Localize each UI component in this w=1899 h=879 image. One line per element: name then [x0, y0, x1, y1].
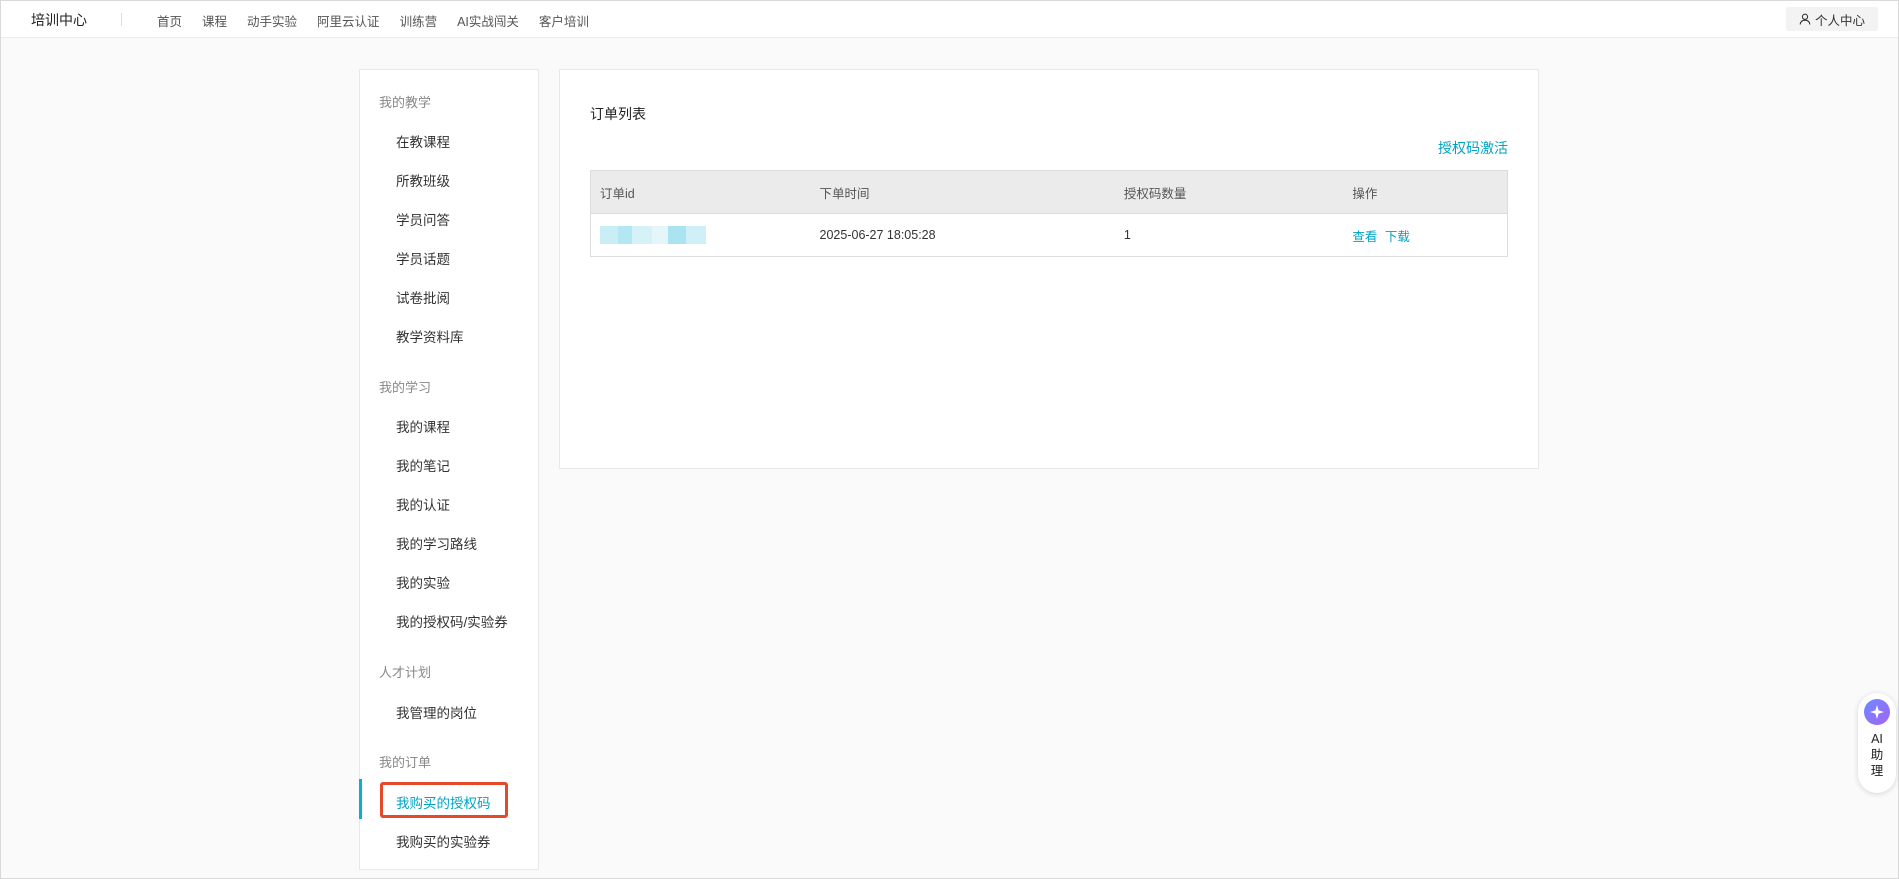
ai-assistant-button[interactable]: AI助理 [1858, 693, 1896, 793]
header-code-count: 授权码数量 [1123, 186, 1187, 201]
sidebar-item-student-qa[interactable]: 学员问答 [396, 209, 450, 229]
header-actions: 操作 [1352, 186, 1378, 201]
sidebar: 我的教学 在教课程 所教班级 学员问答 学员话题 试卷批阅 教学资料库 我的学习… [359, 69, 539, 870]
sidebar-item-managed-positions[interactable]: 我管理的岗位 [396, 702, 477, 722]
order-id-redacted [600, 226, 820, 244]
order-id-cell [591, 226, 820, 244]
order-time-cell: 2025-06-27 18:05:28 [819, 228, 936, 242]
sidebar-group-teaching: 我的教学 [379, 95, 432, 110]
sidebar-item-my-courses[interactable]: 我的课程 [396, 416, 450, 436]
actions-cell: 查看 下载 [1352, 226, 1507, 245]
sidebar-group-orders: 我的订单 [379, 755, 432, 770]
sidebar-item-purchased-vouchers[interactable]: 我购买的实验券 [396, 831, 491, 851]
order-list-panel: 订单列表 授权码激活 订单id 下单时间 授权码数量 操作 2025-06-27… [559, 69, 1539, 469]
sidebar-item-purchased-auth-codes[interactable]: 我购买的授权码 [396, 792, 491, 812]
nav-item-customer-training[interactable]: 客户培训 [539, 11, 589, 30]
sidebar-item-classes[interactable]: 所教班级 [396, 170, 450, 190]
orders-table: 订单id 下单时间 授权码数量 操作 2025-06-27 18:05:28 1… [590, 170, 1508, 257]
view-order-link[interactable]: 查看 [1352, 230, 1377, 244]
page-title: 订单列表 [590, 106, 646, 122]
user-center-label: 个人中心 [1814, 13, 1865, 28]
nav-item-labs[interactable]: 动手实验 [247, 11, 297, 30]
download-order-link[interactable]: 下载 [1385, 230, 1410, 244]
ai-sparkle-icon [1864, 699, 1890, 725]
sidebar-item-my-notes[interactable]: 我的笔记 [396, 455, 450, 475]
nav-item-home[interactable]: 首页 [157, 11, 182, 30]
header-order-id: 订单id [600, 186, 635, 201]
header-order-time: 下单时间 [819, 186, 870, 201]
user-icon [1799, 13, 1811, 25]
sidebar-item-student-topics[interactable]: 学员话题 [396, 248, 450, 268]
brand-divider [121, 13, 122, 26]
sidebar-item-my-certifications[interactable]: 我的认证 [396, 494, 450, 514]
sidebar-group-talent: 人才计划 [379, 665, 432, 680]
sidebar-item-my-labs[interactable]: 我的实验 [396, 572, 450, 592]
active-indicator [359, 779, 362, 819]
code-count-cell: 1 [1123, 228, 1131, 242]
sidebar-item-auth-codes-vouchers[interactable]: 我的授权码/实验券 [396, 611, 508, 631]
sidebar-item-exam-review[interactable]: 试卷批阅 [396, 287, 450, 307]
nav-items: 首页 课程 动手实验 阿里云认证 训练营 AI实战闯关 客户培训 [157, 11, 609, 30]
nav-item-ai-challenge[interactable]: AI实战闯关 [457, 11, 519, 30]
activate-auth-code-link[interactable]: 授权码激活 [1438, 138, 1508, 158]
sidebar-item-teaching-courses[interactable]: 在教课程 [396, 131, 450, 151]
ai-assistant-label: AI助理 [1870, 732, 1884, 778]
brand-title[interactable]: 培训中心 [31, 10, 87, 30]
nav-item-certification[interactable]: 阿里云认证 [317, 11, 380, 30]
table-header: 订单id 下单时间 授权码数量 操作 [591, 171, 1507, 214]
sidebar-item-learning-path[interactable]: 我的学习路线 [396, 533, 477, 553]
top-navigation: 培训中心 首页 课程 动手实验 阿里云认证 训练营 AI实战闯关 客户培训 个人… [1, 1, 1898, 38]
nav-item-bootcamp[interactable]: 训练营 [400, 11, 438, 30]
user-center-button[interactable]: 个人中心 [1785, 7, 1878, 31]
table-row: 2025-06-27 18:05:28 1 查看 下载 [591, 214, 1507, 256]
nav-item-courses[interactable]: 课程 [202, 11, 227, 30]
sidebar-group-learning: 我的学习 [379, 380, 432, 395]
sidebar-item-teaching-materials[interactable]: 教学资料库 [396, 326, 464, 346]
